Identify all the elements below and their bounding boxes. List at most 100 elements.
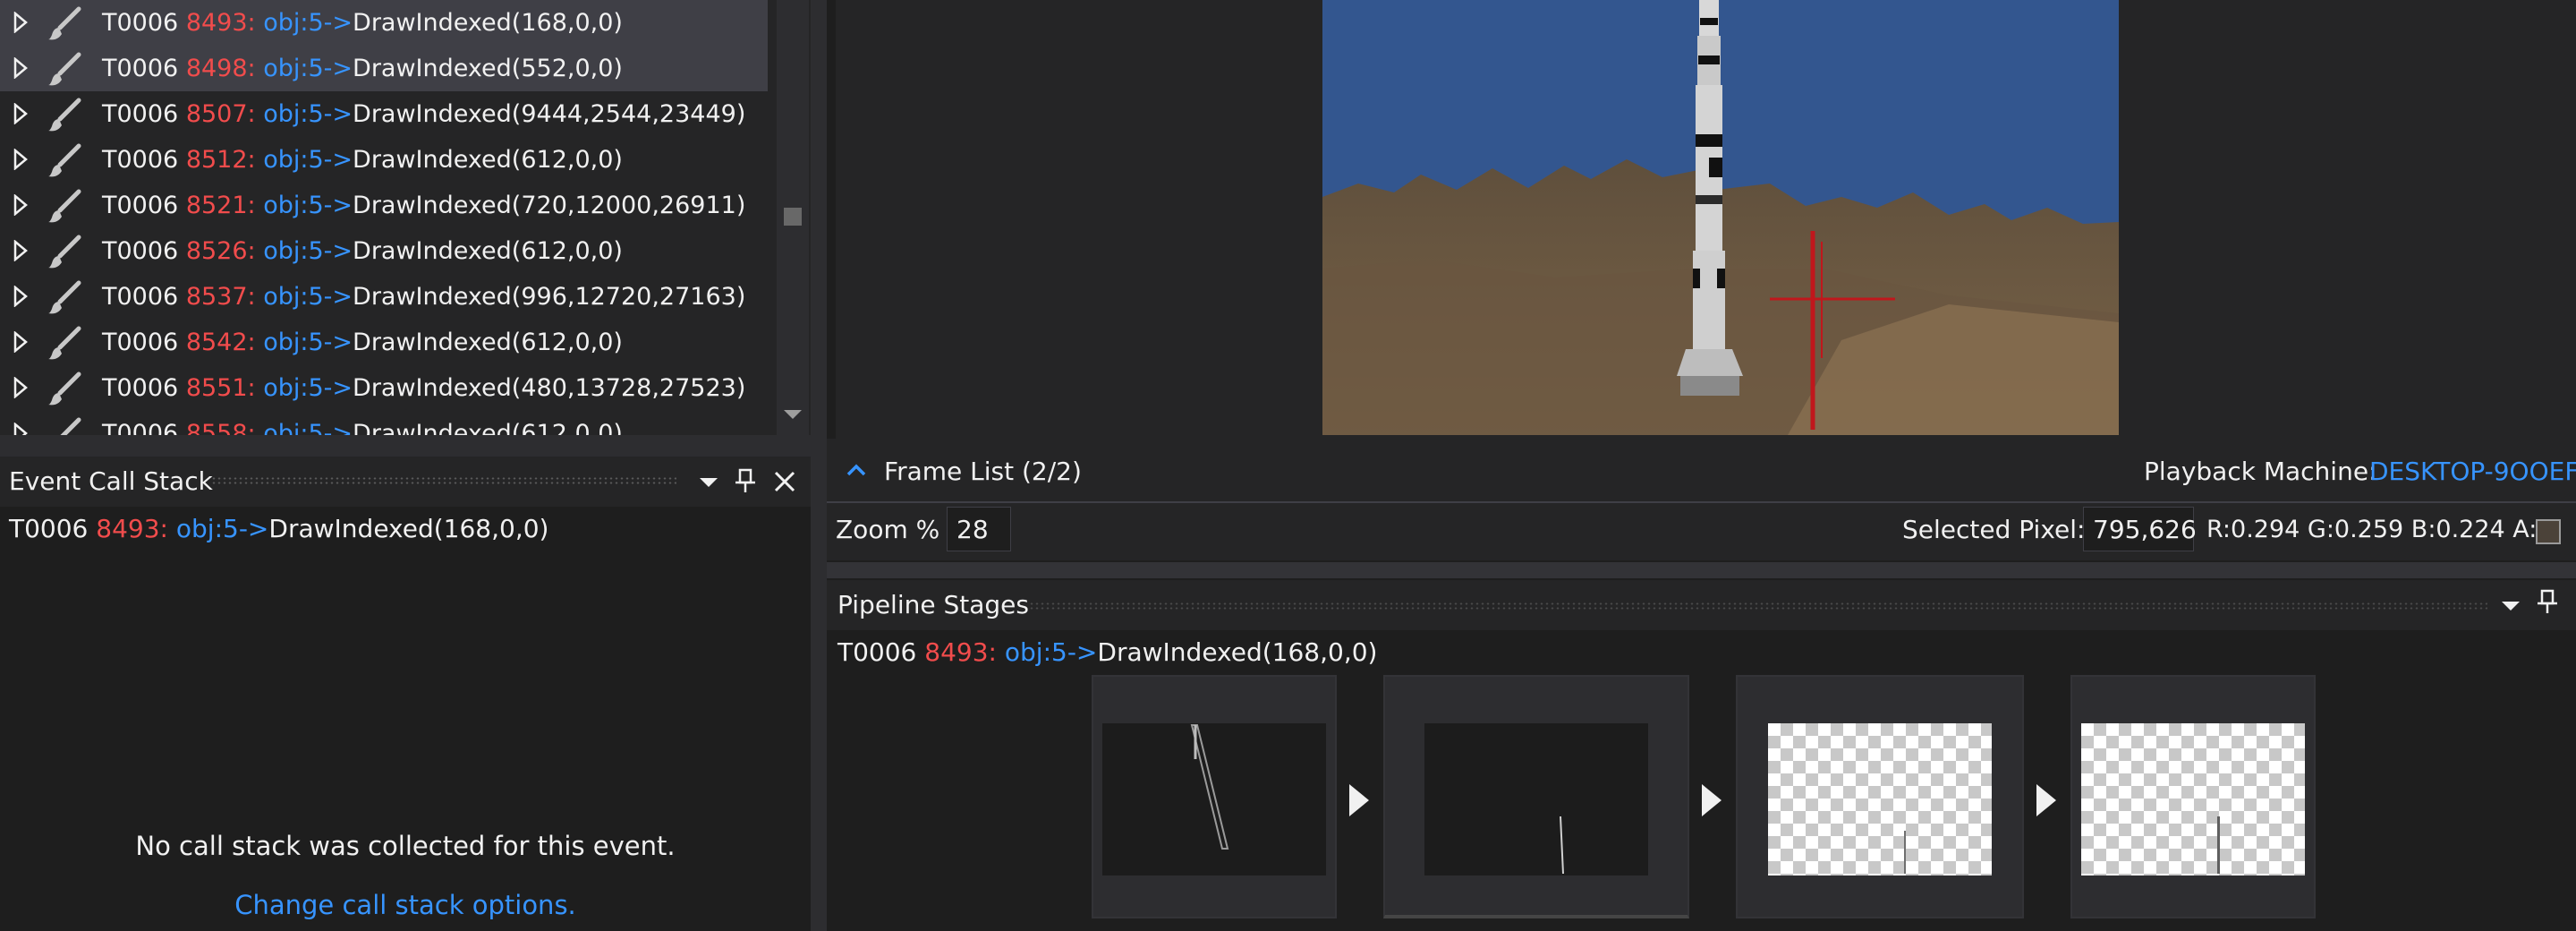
- horizontal-splitter[interactable]: [0, 435, 811, 457]
- brush-icon: [48, 6, 81, 40]
- zoom-input[interactable]: 28: [947, 507, 1011, 551]
- brush-icon: [48, 235, 81, 269]
- zoom-label: Zoom %: [836, 515, 940, 544]
- object-link[interactable]: obj:5: [263, 9, 323, 37]
- event-thread: T0006: [9, 514, 89, 543]
- call-arrow: ->: [323, 192, 353, 219]
- dropdown-icon[interactable]: [2498, 593, 2523, 618]
- render-target-image[interactable]: [1322, 0, 2119, 435]
- object-link[interactable]: obj:5: [1005, 637, 1067, 667]
- event-list-row[interactable]: T0006 8551: obj:5->DrawIndexed(480,13728…: [0, 365, 768, 411]
- event-label: T0006 8542: obj:5->DrawIndexed(612,0,0): [102, 320, 623, 365]
- call-stack-title: Event Call Stack: [9, 466, 213, 496]
- vertical-splitter[interactable]: [811, 0, 827, 931]
- expand-triangle-icon[interactable]: [13, 137, 29, 183]
- expand-triangle-icon[interactable]: [13, 320, 29, 365]
- event-list-row[interactable]: T0006 8498: obj:5->DrawIndexed(552,0,0): [0, 46, 768, 91]
- event-call: DrawIndexed(168,0,0): [268, 514, 549, 543]
- event-label: T0006 8493: obj:5->DrawIndexed(168,0,0): [102, 0, 623, 46]
- event-list-row[interactable]: T0006 8493: obj:5->DrawIndexed(168,0,0): [0, 0, 768, 46]
- event-list-row[interactable]: T0006 8537: obj:5->DrawIndexed(996,12720…: [0, 274, 768, 320]
- expand-triangle-icon[interactable]: [13, 91, 29, 137]
- event-call: DrawIndexed(612,0,0): [353, 146, 623, 174]
- panel-drag-grip[interactable]: [1029, 602, 2487, 611]
- dropdown-icon[interactable]: [696, 469, 721, 494]
- event-list-row[interactable]: T0006 8526: obj:5->DrawIndexed(612,0,0): [0, 228, 768, 274]
- event-label: T0006 8507: obj:5->DrawIndexed(9444,2544…: [102, 91, 745, 137]
- selected-pixel-label: Selected Pixel:: [1902, 515, 2086, 544]
- event-id: 8498:: [185, 55, 256, 82]
- stage-arrow-icon: [2036, 784, 2056, 816]
- pin-icon[interactable]: [2534, 587, 2561, 616]
- call-arrow: ->: [323, 283, 353, 311]
- event-call: DrawIndexed(612,0,0): [353, 237, 623, 265]
- expand-triangle-icon[interactable]: [13, 365, 29, 411]
- event-id: 8551:: [185, 374, 256, 402]
- expand-triangle-icon[interactable]: [13, 46, 29, 91]
- object-link[interactable]: obj:5: [263, 237, 323, 265]
- expand-triangle-icon[interactable]: [13, 411, 29, 435]
- event-thread: T0006: [102, 329, 179, 356]
- pixel-color-swatch: [2536, 519, 2561, 544]
- event-thread: T0006: [102, 420, 179, 435]
- panel-drag-grip[interactable]: [211, 476, 676, 485]
- change-call-stack-options-link[interactable]: Change call stack options.: [0, 883, 811, 927]
- object-link[interactable]: obj:5: [263, 374, 323, 402]
- scroll-down-icon[interactable]: [780, 405, 805, 424]
- event-call: DrawIndexed(168,0,0): [353, 9, 623, 37]
- event-thread: T0006: [102, 283, 179, 311]
- object-link[interactable]: obj:5: [263, 283, 323, 311]
- object-link[interactable]: obj:5: [263, 55, 323, 82]
- event-thread: T0006: [837, 637, 917, 667]
- event-list-row[interactable]: T0006 8512: obj:5->DrawIndexed(612,0,0): [0, 137, 768, 183]
- event-list: T0006 8493: obj:5->DrawIndexed(168,0,0) T…: [0, 0, 811, 435]
- expand-triangle-icon[interactable]: [13, 228, 29, 274]
- stage-pixel-shader-thumbnail: [1768, 723, 1992, 875]
- call-arrow: ->: [323, 9, 353, 37]
- event-label: T0006 8512: obj:5->DrawIndexed(612,0,0): [102, 137, 623, 183]
- expand-triangle-icon[interactable]: [13, 183, 29, 228]
- event-call: DrawIndexed(552,0,0): [353, 55, 623, 82]
- expand-triangle-icon[interactable]: [13, 0, 29, 46]
- event-list-row[interactable]: T0006 8542: obj:5->DrawIndexed(612,0,0): [0, 320, 768, 365]
- brush-icon: [48, 98, 81, 132]
- object-link[interactable]: obj:5: [176, 514, 239, 543]
- playback-machine-label: Playback Machine:: [2144, 457, 2377, 486]
- event-list-row[interactable]: T0006 8521: obj:5->DrawIndexed(720,12000…: [0, 183, 768, 228]
- event-thread: T0006: [102, 192, 179, 219]
- object-link[interactable]: obj:5: [263, 146, 323, 174]
- selected-pixel-input[interactable]: 795,626: [2083, 507, 2197, 551]
- event-list-row[interactable]: T0006 8558: obj:5->DrawIndexed(612,0,0): [0, 411, 768, 435]
- panel-splitter[interactable]: [827, 562, 2576, 578]
- call-arrow: ->: [323, 146, 353, 174]
- expand-triangle-icon[interactable]: [13, 274, 29, 320]
- object-link[interactable]: obj:5: [263, 420, 323, 435]
- event-label: T0006 8498: obj:5->DrawIndexed(552,0,0): [102, 46, 623, 91]
- pipeline-stages-title: Pipeline Stages: [837, 590, 1029, 619]
- event-call: DrawIndexed(168,0,0): [1097, 637, 1378, 667]
- object-link[interactable]: obj:5: [263, 100, 323, 128]
- pin-icon[interactable]: [732, 466, 759, 495]
- event-list-row[interactable]: T0006 8507: obj:5->DrawIndexed(9444,2544…: [0, 91, 768, 137]
- call-arrow: ->: [323, 329, 353, 356]
- stage-vertex-shader-thumbnail: [1424, 723, 1648, 875]
- call-stack-event: T0006 8493: obj:5->DrawIndexed(168,0,0): [9, 507, 548, 551]
- brush-icon: [60, 417, 81, 435]
- object-link[interactable]: obj:5: [263, 192, 323, 219]
- event-id: 8512:: [185, 146, 256, 174]
- playback-machine-link[interactable]: DESKTOP-9OOEF(: [2369, 449, 2576, 494]
- event-thread: T0006: [102, 374, 179, 402]
- scrollbar-thumb[interactable]: [784, 208, 802, 226]
- close-icon[interactable]: [771, 468, 798, 495]
- event-call: DrawIndexed(480,13728,27523): [353, 374, 746, 402]
- frame-list-title[interactable]: Frame List (2/2): [884, 449, 1082, 494]
- event-id: 8493:: [96, 514, 168, 543]
- stage-input-assembler-thumbnail: [1102, 723, 1326, 875]
- object-link[interactable]: obj:5: [263, 329, 323, 356]
- event-id: 8521:: [185, 192, 256, 219]
- event-thread: T0006: [102, 100, 179, 128]
- chevron-up-icon[interactable]: [845, 458, 868, 482]
- call-arrow: ->: [323, 55, 353, 82]
- pixel-rgba-value: R:0.294 G:0.259 B:0.224 A:1: [2206, 516, 2553, 543]
- call-arrow: ->: [238, 514, 269, 543]
